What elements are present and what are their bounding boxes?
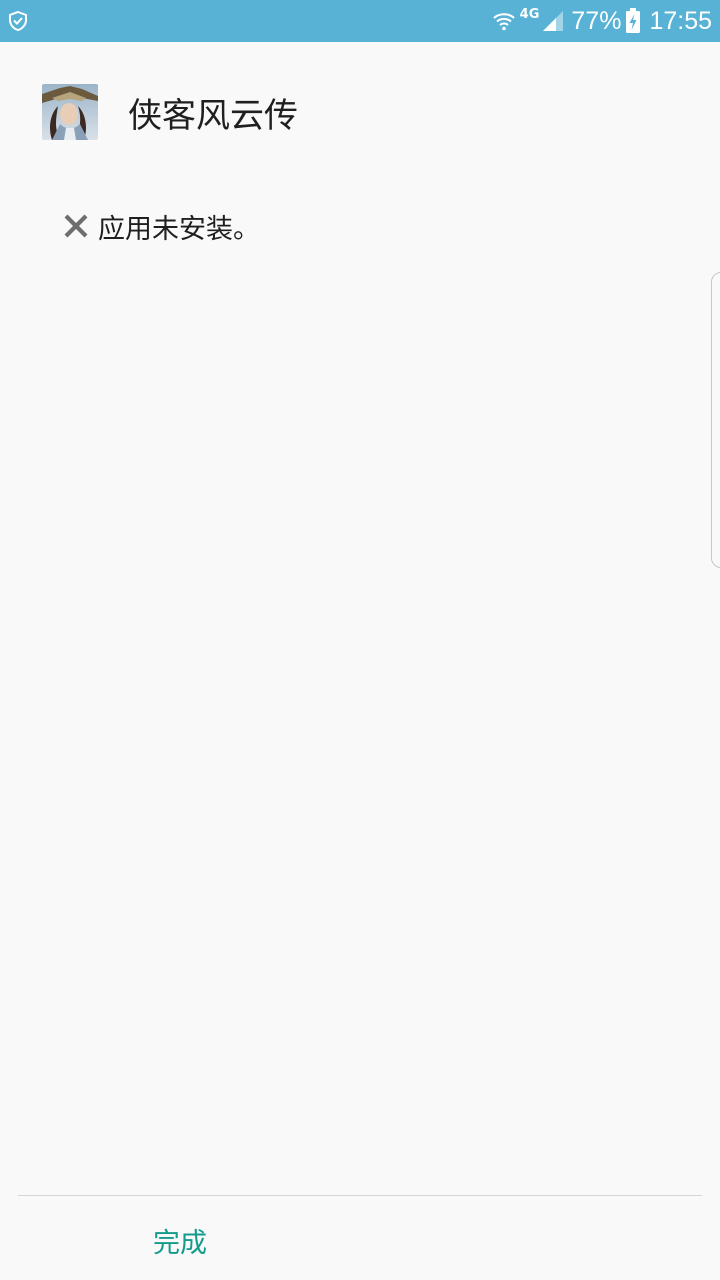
app-name: 侠客风云传 bbox=[128, 95, 298, 136]
install-status-message: 应用未安装。 bbox=[62, 206, 260, 246]
battery-charging-icon bbox=[626, 8, 641, 33]
status-bar: 4G 77% 17:55 bbox=[0, 0, 720, 42]
network-type-label: 4G bbox=[519, 6, 540, 22]
install-status-text: 应用未安装。 bbox=[98, 213, 260, 245]
edge-panel-handle[interactable] bbox=[711, 272, 720, 568]
app-header: 侠客风云传 bbox=[42, 84, 298, 140]
wifi-icon bbox=[492, 13, 515, 31]
shield-check-icon bbox=[9, 10, 27, 32]
battery-percentage: 77% bbox=[571, 6, 622, 35]
close-x-icon bbox=[64, 214, 88, 238]
done-button[interactable]: 完成 bbox=[100, 1210, 260, 1270]
clock-time: 17:55 bbox=[649, 6, 712, 35]
signal-strength-icon bbox=[543, 11, 564, 31]
status-right-group: 4G 77% 17:55 bbox=[492, 0, 712, 42]
bottom-divider bbox=[18, 1195, 702, 1196]
game-app-icon bbox=[42, 84, 98, 140]
